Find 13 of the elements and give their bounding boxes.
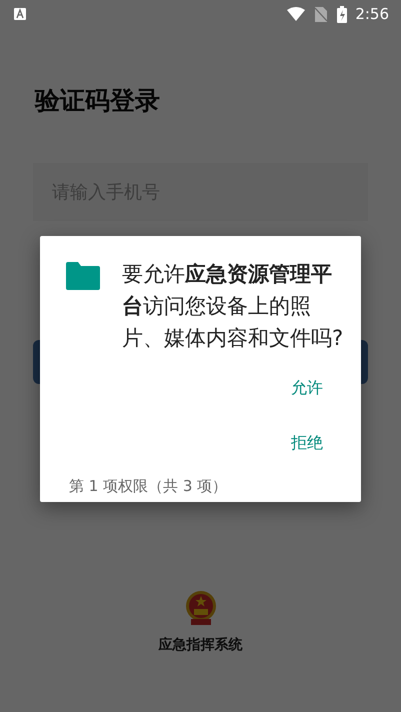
app-notification-icon (14, 8, 26, 20)
wifi-icon (287, 7, 306, 21)
folder-icon (66, 262, 100, 290)
battery-charging-icon (337, 6, 348, 22)
deny-button[interactable]: 拒绝 (283, 423, 331, 464)
no-sim-icon (315, 6, 328, 22)
allow-button[interactable]: 允许 (283, 368, 331, 409)
system-name: 应急指挥系统 (158, 636, 242, 654)
emblem-icon (184, 590, 218, 626)
page-title: 验证码登录 (35, 85, 161, 117)
permission-counter: 第 1 项权限（共 3 项） (69, 477, 228, 496)
status-time: 2:56 (355, 5, 389, 23)
permission-message: 要允许应急资源管理平台访问您设备上的照片、媒体内容和文件吗? (122, 261, 344, 352)
